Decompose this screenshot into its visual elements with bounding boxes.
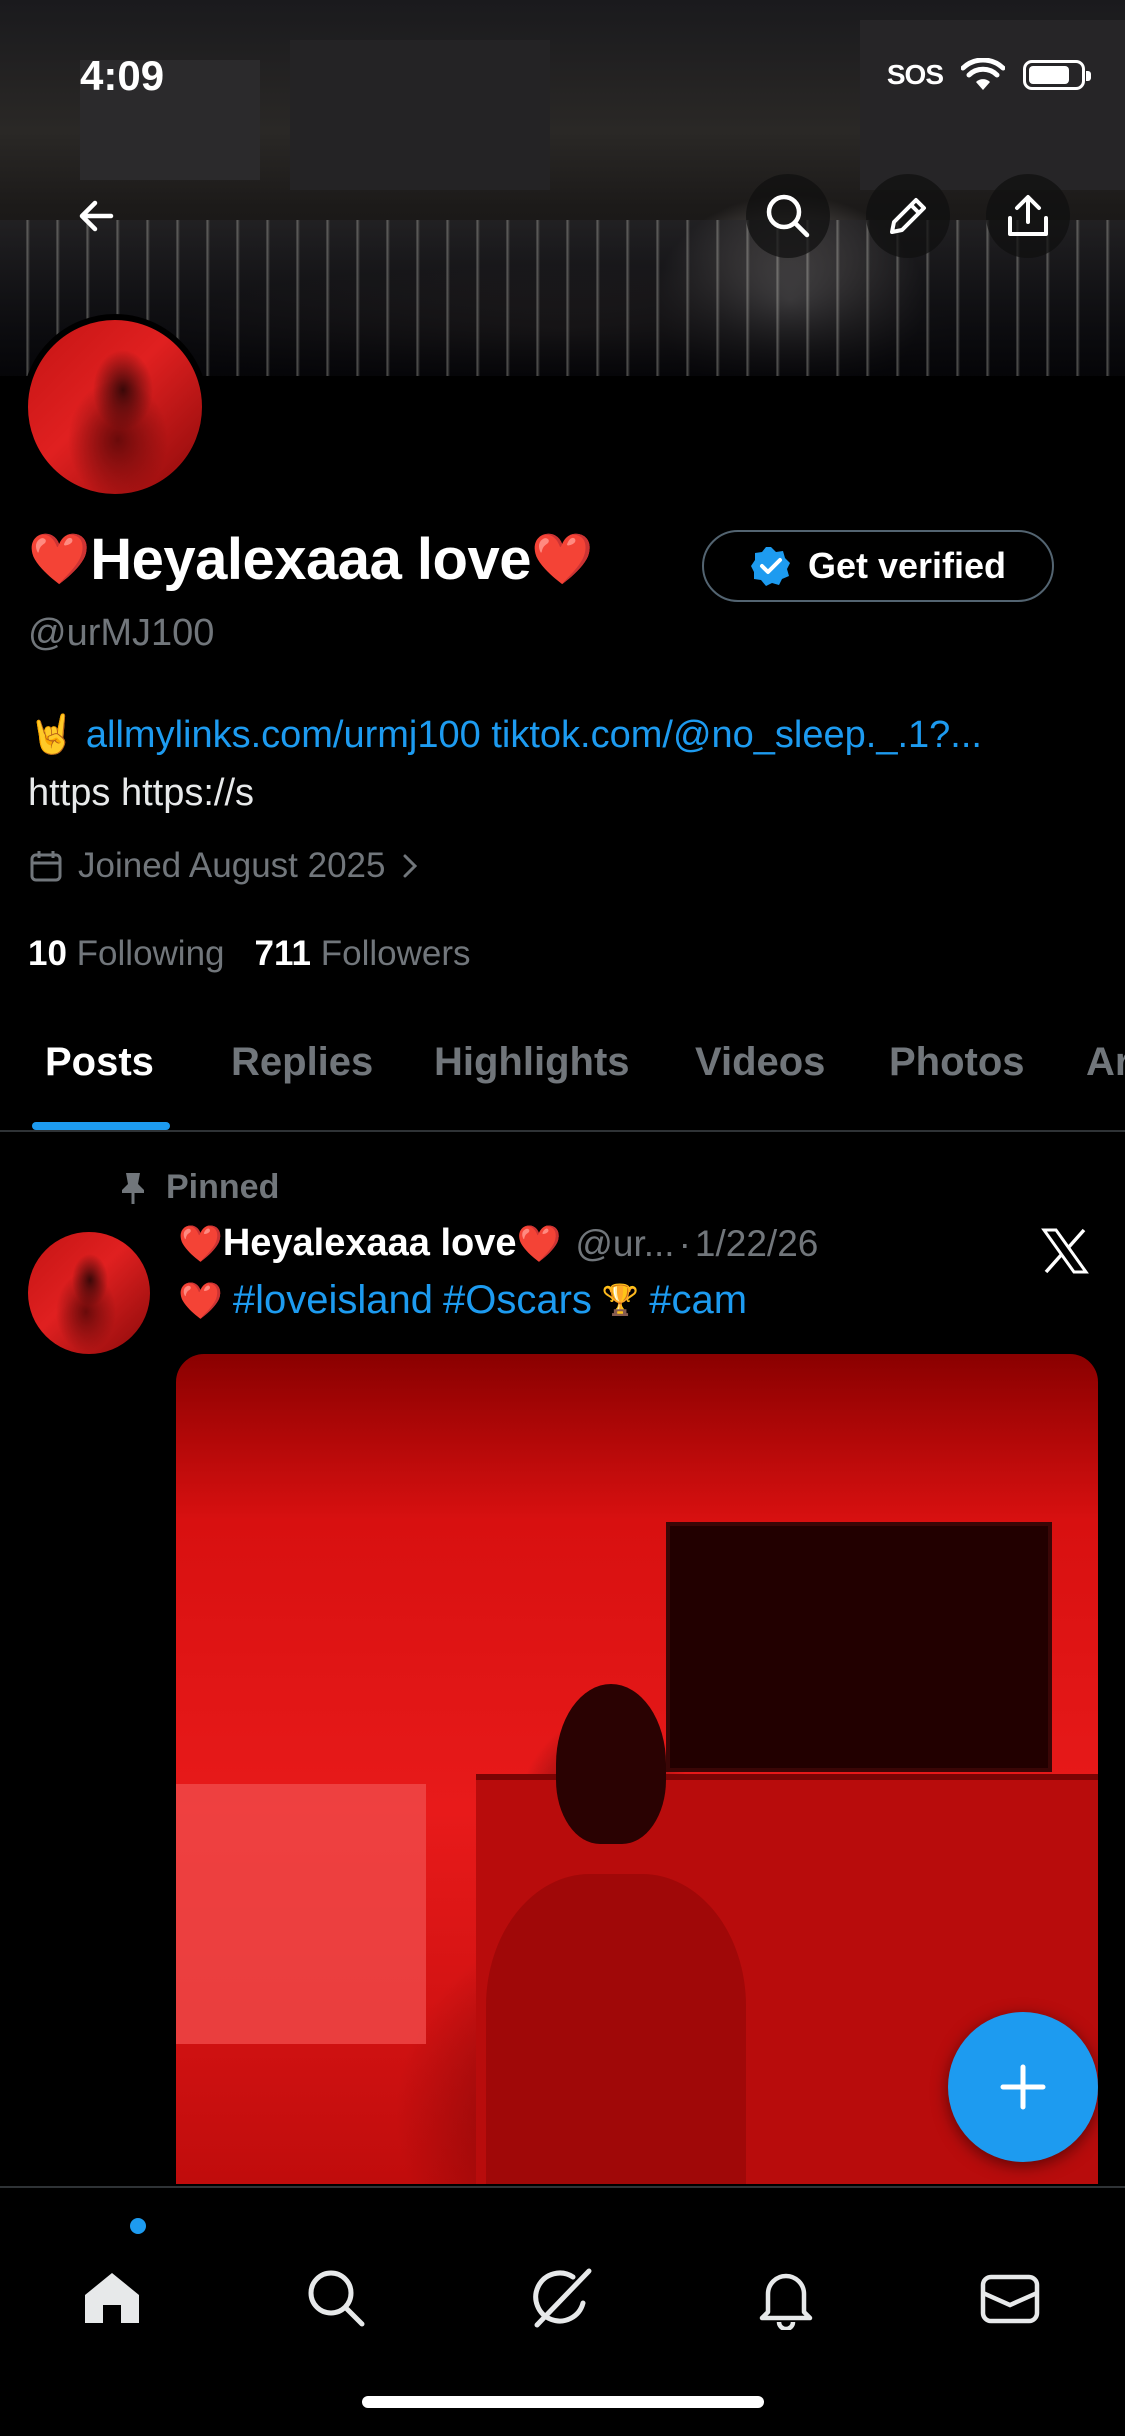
plus-icon	[1000, 2064, 1046, 2110]
search-button[interactable]	[746, 174, 830, 258]
home-indicator[interactable]	[362, 2396, 764, 2408]
wifi-icon	[961, 58, 1005, 90]
heart-emoji: ❤️	[178, 1279, 223, 1321]
profile-handle: @urMJ100	[28, 612, 215, 654]
calendar-icon	[30, 851, 62, 882]
hashtag-cam[interactable]: #cam	[649, 1278, 747, 1323]
pinned-label-row: Pinned	[118, 1168, 279, 1207]
hashtag-loveisland[interactable]: #loveisland	[233, 1278, 433, 1323]
post-meta-separator: ·	[678, 1222, 691, 1264]
verified-badge-icon	[750, 547, 790, 586]
grok-icon	[533, 2268, 592, 2328]
tab-videos[interactable]: Videos	[695, 1040, 825, 1085]
tab-photos[interactable]: Photos	[889, 1040, 1025, 1085]
heart-emoji: ❤️	[516, 1222, 562, 1264]
status-time: 4:09	[80, 52, 165, 99]
active-tab-indicator	[32, 1122, 170, 1130]
display-name-text: Heyalexaaa love	[90, 527, 531, 592]
post-text: ❤️ #loveisland #Oscars 🏆 #cam	[178, 1278, 747, 1323]
bio-link-tiktok[interactable]: tiktok.com/@no_sleep._.1?...	[491, 714, 982, 756]
follow-stats: 10 Following 711 Followers	[28, 934, 471, 974]
home-notification-dot	[130, 2218, 146, 2234]
bell-icon	[759, 2273, 813, 2330]
tab-highlights[interactable]: Highlights	[434, 1040, 630, 1085]
following-link[interactable]: 10 Following	[28, 934, 225, 974]
profile-avatar[interactable]	[22, 314, 208, 500]
bio-link-allmylinks[interactable]: allmylinks.com/urmj100	[86, 714, 481, 756]
post-date: 1/22/26	[694, 1222, 819, 1264]
joined-date-row[interactable]: Joined August 2025	[28, 846, 421, 886]
tab-replies[interactable]: Replies	[231, 1040, 373, 1085]
back-arrow-icon	[79, 200, 114, 232]
following-count: 10	[28, 934, 67, 973]
hashtag-oscars[interactable]: #Oscars	[443, 1278, 592, 1323]
nav-explore[interactable]	[296, 2258, 376, 2338]
followers-link[interactable]: 711 Followers	[255, 934, 471, 974]
search-icon	[766, 194, 810, 238]
post-author-handle: @ur...	[575, 1222, 675, 1264]
media-blanket	[176, 1784, 426, 2044]
heart-emoji: ❤️	[531, 531, 594, 587]
get-verified-button[interactable]: Get verified	[702, 530, 1054, 602]
joined-text: Joined August 2025	[78, 846, 386, 885]
compose-post-button[interactable]	[948, 2012, 1098, 2162]
profile-display-name: ❤️ Heyalexaaa love ❤️	[28, 526, 593, 593]
edit-button[interactable]	[866, 174, 950, 258]
rock-hand-emoji: 🤘	[28, 714, 76, 756]
sos-indicator: SOS	[886, 59, 944, 90]
back-button[interactable]	[54, 174, 138, 258]
nav-messages[interactable]	[970, 2258, 1050, 2338]
nav-grok[interactable]	[522, 2258, 602, 2338]
tab-posts[interactable]: Posts	[45, 1040, 154, 1085]
chevron-right-icon	[403, 854, 418, 878]
get-verified-label: Get verified	[807, 545, 1007, 586]
pin-icon	[122, 1172, 144, 1204]
post-header: ❤️ Heyalexaaa love ❤️ @ur... · 1/22/26	[178, 1222, 818, 1265]
x-logo-button[interactable]	[1040, 1226, 1090, 1281]
profile-banner[interactable]	[0, 0, 1125, 376]
status-icons: SOS	[886, 58, 1091, 92]
mail-icon	[980, 2274, 1040, 2324]
home-icon	[85, 2273, 139, 2323]
followers-count: 711	[254, 934, 311, 973]
profile-tabs: Posts Replies Highlights Videos Photos A…	[0, 1028, 1125, 1132]
post-author-avatar[interactable]	[28, 1232, 150, 1354]
bio-line-2: https https://s	[28, 772, 254, 814]
heart-emoji: ❤️	[178, 1222, 223, 1264]
following-label: Following	[76, 934, 225, 973]
battery-icon	[1023, 60, 1091, 90]
share-icon	[1008, 195, 1048, 236]
nav-home[interactable]	[72, 2258, 152, 2338]
edit-pencil-icon	[890, 198, 926, 234]
post-author-name[interactable]: Heyalexaaa love	[223, 1222, 517, 1265]
oscar-emoji: 🏆	[601, 1284, 640, 1317]
heart-emoji: ❤️	[28, 531, 91, 587]
profile-bio: 🤘 allmylinks.com/urmj100 tiktok.com/@no_…	[28, 706, 1108, 822]
explore-search-icon	[308, 2270, 365, 2327]
followers-label: Followers	[320, 934, 471, 973]
media-person-body	[486, 1874, 746, 2184]
tab-articles[interactable]: Ar	[1086, 1040, 1125, 1085]
share-button[interactable]	[986, 174, 1070, 258]
nav-notifications[interactable]	[746, 2258, 826, 2338]
media-person-head	[556, 1684, 666, 1844]
x-logo-icon	[1041, 1228, 1089, 1274]
pinned-label: Pinned	[166, 1168, 280, 1206]
media-tv	[666, 1522, 1052, 1772]
